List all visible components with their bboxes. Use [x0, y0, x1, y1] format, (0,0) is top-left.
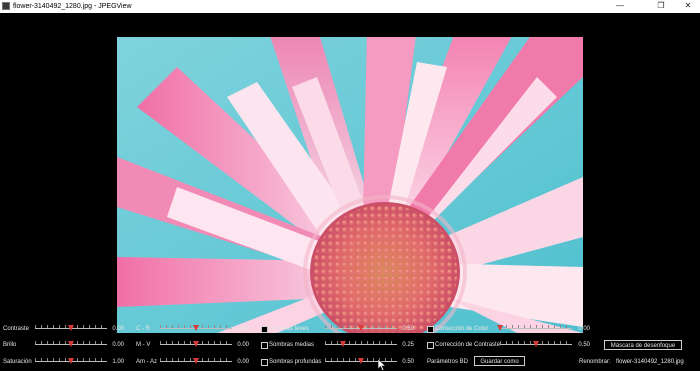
- adjustment-panel: Contraste 0.00 C - R 0.00 Sombras leves …: [0, 322, 700, 371]
- sombras-profundas-label: Sombras profundas: [269, 359, 322, 365]
- renombrar-filename[interactable]: flower-3140492_1280.jpg: [616, 358, 684, 366]
- sombras-profundas-checkbox[interactable]: [261, 359, 268, 366]
- c-r-value: 0.00: [237, 326, 249, 332]
- m-v-slider[interactable]: [160, 340, 232, 348]
- sombras-leves-checkbox[interactable]: [261, 326, 268, 333]
- brillo-value: 0.00: [112, 342, 124, 348]
- guardar-como-button[interactable]: Guardar como: [474, 356, 525, 366]
- parametros-bd-label[interactable]: Parámetros BD: [427, 358, 468, 366]
- sombras-profundas-value: 0.50: [402, 359, 414, 365]
- app-icon: [2, 2, 10, 10]
- minimize-button[interactable]: —: [608, 0, 632, 13]
- correccion-color-slider[interactable]: [497, 324, 572, 332]
- saturacion-label: Saturación: [3, 359, 32, 365]
- saturacion-slider[interactable]: [35, 357, 107, 365]
- am-az-slider[interactable]: [160, 357, 232, 365]
- image-canvas[interactable]: [117, 37, 583, 333]
- c-r-label: C - R: [136, 326, 150, 332]
- contraste-value: 0.00: [112, 326, 124, 332]
- window-title: flower-3140492_1280.jpg - JPEGView: [13, 3, 132, 10]
- am-az-label: Am - Az: [136, 359, 158, 365]
- sombras-leves-slider[interactable]: [325, 324, 397, 332]
- correccion-color-checkbox[interactable]: [427, 326, 434, 333]
- sombras-medias-label: Sombras medias: [269, 342, 315, 348]
- brillo-label: Brillo: [3, 342, 17, 348]
- am-az-value: 0.00: [237, 359, 249, 365]
- correccion-color-label: Corrección de Color: [435, 326, 489, 332]
- mouse-cursor-icon: [378, 359, 386, 371]
- sombras-medias-checkbox[interactable]: [261, 342, 268, 349]
- mascara-desenfoque-button[interactable]: Máscara de desenfoque: [604, 340, 682, 350]
- sombras-leves-label: Sombras leves: [269, 326, 309, 332]
- close-button[interactable]: ✕: [676, 0, 700, 13]
- contraste-label: Contraste: [3, 326, 30, 332]
- correccion-color-value: 0.00: [578, 326, 590, 332]
- renombrar-label: Renombrar:: [579, 359, 611, 365]
- correccion-contraste-slider[interactable]: [500, 340, 572, 348]
- correccion-contraste-label: Corrección de Contraste: [435, 342, 501, 348]
- correccion-contraste-value: 0.50: [578, 342, 590, 348]
- brillo-slider[interactable]: [35, 340, 107, 348]
- correccion-contraste-checkbox[interactable]: [427, 342, 434, 349]
- saturacion-value: 1.00: [112, 359, 124, 365]
- restore-button[interactable]: ❐: [649, 0, 673, 13]
- title-bar: flower-3140492_1280.jpg - JPEGView — ❐ ✕: [0, 0, 700, 13]
- m-v-value: 0.00: [237, 342, 249, 348]
- c-r-slider[interactable]: [160, 324, 232, 332]
- sombras-medias-value: 0.25: [402, 342, 414, 348]
- sombras-profundas-slider[interactable]: [325, 357, 397, 365]
- flower-image: [117, 37, 583, 333]
- sombras-medias-slider[interactable]: [325, 340, 397, 348]
- m-v-label: M - V: [136, 342, 151, 348]
- contraste-slider[interactable]: [35, 324, 107, 332]
- sombras-leves-value: 0.50: [402, 326, 414, 332]
